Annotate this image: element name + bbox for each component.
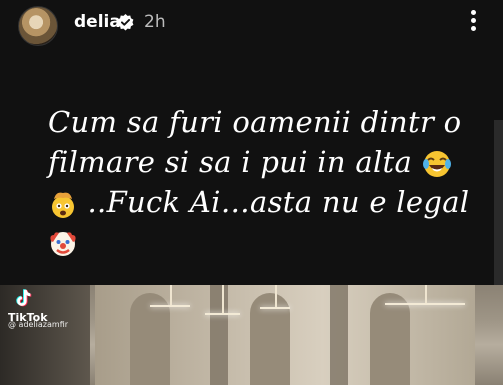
story-caption: Cum sa furi oamenii dintr o filmare si s… (48, 102, 488, 262)
chandelier-chain (170, 285, 172, 305)
more-vertical-icon[interactable] (468, 10, 478, 34)
caption-line-2: filmare si sa i pui in alta (48, 145, 413, 179)
chandelier-chain (275, 285, 277, 307)
face-with-tears-of-joy-icon (422, 151, 451, 177)
story-viewer: delia 2h Cum sa furi oamenii dintr o fil… (0, 0, 503, 385)
exploding-head-icon (52, 192, 74, 218)
video-preview[interactable] (0, 285, 503, 385)
arch (370, 293, 410, 385)
avatar[interactable] (18, 6, 58, 46)
timestamp: 2h (144, 12, 166, 32)
story-header: delia 2h (0, 0, 503, 50)
caption-line-4-wrap (48, 222, 488, 262)
caption-line-3-wrap: ..Fuck Ai…asta nu e legal (48, 182, 488, 222)
chandelier (205, 313, 240, 315)
clown-face-icon (50, 232, 76, 256)
chandelier-chain (425, 285, 427, 303)
tiktok-watermark: TikTok @ adeliazamfir (8, 287, 68, 329)
caption-line-1: Cum sa furi oamenii dintr o (48, 105, 462, 139)
pillar (210, 285, 228, 385)
username[interactable]: delia (74, 12, 121, 32)
pillar (330, 285, 348, 385)
caption-line-3: ..Fuck Ai…asta nu e legal (87, 185, 470, 219)
chandelier (260, 307, 290, 309)
chandelier (385, 303, 465, 305)
chandelier-chain (222, 285, 224, 313)
verified-badge-icon (117, 14, 134, 31)
tiktok-logo-icon (16, 289, 32, 307)
tiktok-handle: @ adeliazamfir (8, 320, 69, 329)
caption-line-2-wrap: filmare si sa i pui in alta (48, 142, 488, 182)
chandelier (150, 305, 190, 307)
